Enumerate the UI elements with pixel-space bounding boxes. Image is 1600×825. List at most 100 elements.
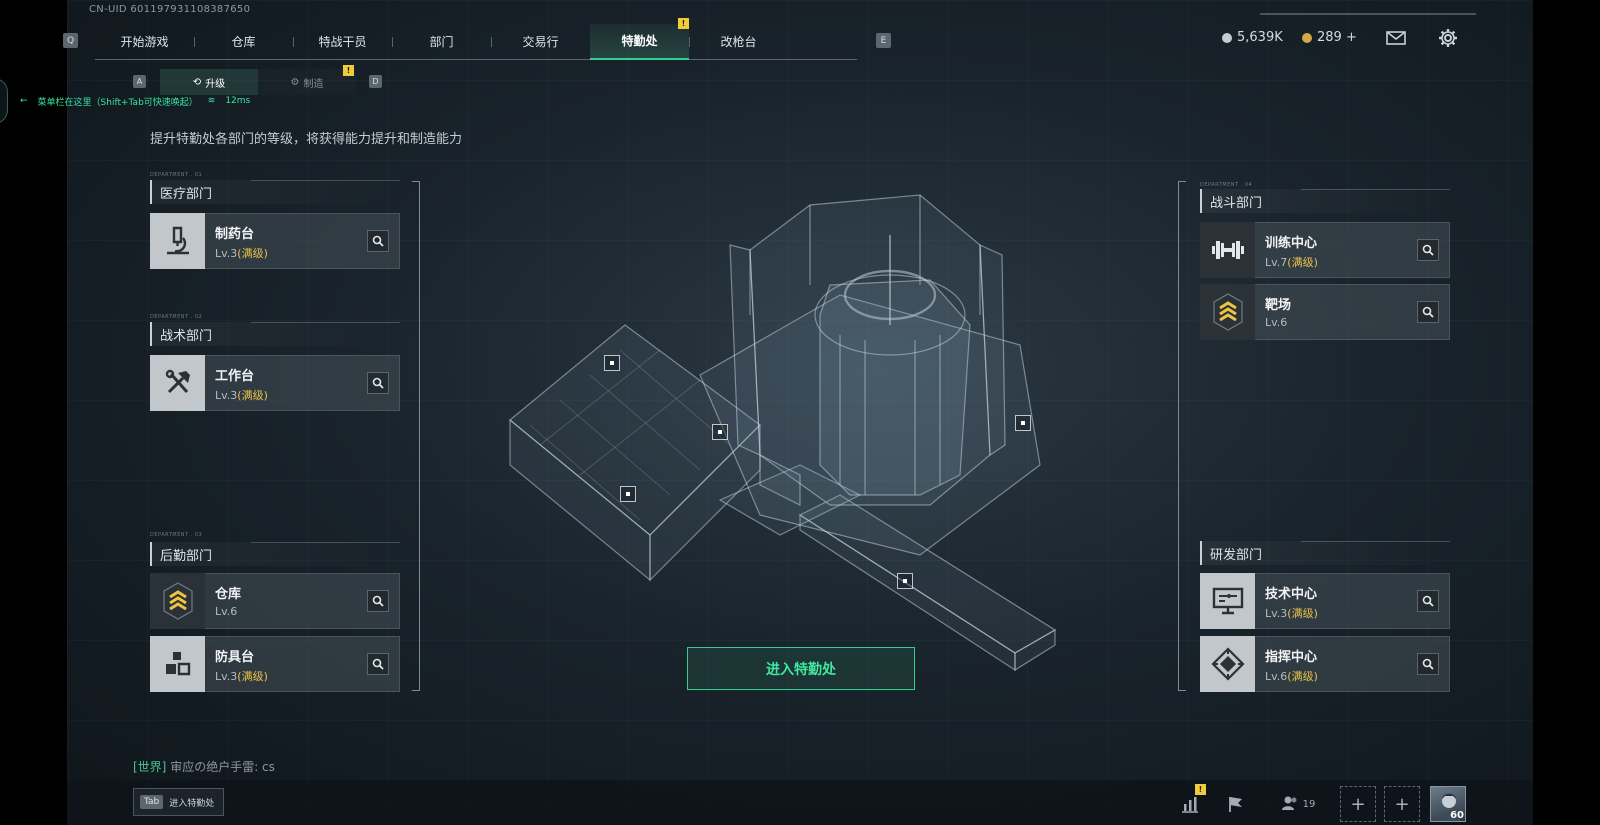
subnav-next-key[interactable]: D — [369, 75, 382, 88]
hud-decoration — [1260, 13, 1476, 15]
facility-card-tech-center[interactable]: 技术中心 Lv.3(满级) — [1200, 573, 1450, 629]
subtab-craft[interactable]: ⚙ 制造 ! — [258, 65, 356, 95]
facility-card-pharmacy[interactable]: 制药台 Lv.3(满级) — [150, 213, 400, 269]
tab-gunsmith[interactable]: 改枪台 — [689, 24, 788, 60]
tab-trading[interactable]: 交易行 — [491, 24, 590, 60]
facility-marker[interactable] — [1015, 415, 1031, 431]
rank-chevrons-icon — [150, 573, 205, 629]
gold-amount: 289 + — [1317, 30, 1357, 45]
dumbbell-icon — [1200, 222, 1255, 278]
alert-badge: ! — [343, 65, 354, 76]
search-icon[interactable] — [1417, 301, 1439, 323]
facility-card-warehouse[interactable]: 仓库 Lv.6 — [150, 573, 400, 629]
facility-level: Lv.3 — [215, 389, 238, 402]
alert-badge: ! — [678, 17, 689, 29]
search-icon[interactable] — [1417, 590, 1439, 612]
player-avatar[interactable]: 60 — [1430, 786, 1466, 822]
add-teammate-slot[interactable]: + — [1384, 786, 1420, 822]
facility-name: 仓库 — [215, 587, 242, 602]
facility-level: Lv.3 — [215, 670, 238, 683]
facility-marker[interactable] — [897, 573, 913, 589]
plus-icon: + — [1394, 793, 1410, 815]
facility-marker[interactable] — [620, 486, 636, 502]
search-icon[interactable] — [1417, 653, 1439, 675]
department-tag: DEPARTMENT . 03 — [150, 532, 203, 538]
subnav-prev-key[interactable]: A — [133, 75, 146, 88]
search-icon[interactable] — [367, 653, 389, 675]
nav-prev-key[interactable]: Q — [63, 33, 78, 48]
facility-max-level: (满级) — [237, 389, 268, 402]
hammer-wrench-icon — [150, 355, 205, 411]
facility-name: 技术中心 — [1265, 587, 1318, 602]
plus-icon: + — [1350, 793, 1366, 815]
department-title-logistics: 后勤部门 — [150, 542, 401, 566]
menu-handle[interactable] — [0, 78, 8, 124]
department-tag: DEPARTMENT . 02 — [150, 314, 203, 320]
tab-operators[interactable]: 特战干员 — [293, 24, 392, 60]
department-tag: DEPARTMENT . 01 — [150, 172, 203, 178]
tab-department[interactable]: 部门 — [392, 24, 491, 60]
friends-button[interactable]: 19 — [1276, 790, 1320, 818]
facility-max-level: (满级) — [237, 670, 268, 683]
gold-currency[interactable]: 289 + — [1302, 30, 1357, 45]
facility-max-level: (满级) — [237, 247, 268, 260]
tab-special-ops[interactable]: 特勤处 ! — [590, 17, 689, 60]
facility-marker[interactable] — [604, 355, 620, 371]
left-bracket-decoration — [412, 181, 420, 691]
stats-icon[interactable]: ! — [1176, 784, 1206, 818]
special-ops-building-model[interactable] — [500, 175, 1070, 705]
upgrade-icon: ⟲ — [192, 76, 202, 88]
facility-name: 指挥中心 — [1265, 650, 1318, 665]
facility-card-training-center[interactable]: 训练中心 Lv.7(满级) — [1200, 222, 1450, 278]
tab-shortcut-hint[interactable]: Tab 进入特勤处 — [133, 788, 224, 816]
facility-max-level: (满级) — [1287, 670, 1318, 683]
tab-start-game[interactable]: 开始游戏 — [95, 24, 194, 60]
player-level: 60 — [1450, 810, 1464, 821]
player-uid: CN-UID 601197931108387650 — [89, 4, 251, 15]
world-chat-line[interactable]: [世界] 审应の绝户手雷: cs — [133, 758, 275, 775]
menu-hint-overlay[interactable]: ← 菜单栏在这里（Shift+Tab可快速唤起） ≋ 12ms — [0, 78, 250, 124]
monitor-icon — [1200, 573, 1255, 629]
silver-coin-icon — [1222, 32, 1232, 43]
search-icon[interactable] — [367, 230, 389, 252]
wifi-icon: ≋ — [207, 96, 216, 106]
add-teammate-slot[interactable]: + — [1340, 786, 1376, 822]
facility-card-command-center[interactable]: 指挥中心 Lv.6(满级) — [1200, 636, 1450, 692]
department-tag: DEPARTMENT . 04 — [1200, 182, 1253, 188]
department-title-tactical: 战术部门 — [150, 322, 401, 346]
arrow-left-icon: ← — [20, 96, 28, 106]
flag-icon[interactable] — [1222, 790, 1250, 818]
facility-card-workbench[interactable]: 工作台 Lv.3(满级) — [150, 355, 400, 411]
nav-next-key[interactable]: E — [876, 33, 891, 48]
gear-icon[interactable] — [1437, 28, 1459, 48]
friends-icon — [1281, 795, 1299, 814]
facility-max-level: (满级) — [1287, 256, 1318, 269]
search-icon[interactable] — [367, 590, 389, 612]
enter-special-ops-button[interactable]: 进入特勤处 — [687, 647, 915, 690]
top-navigation: Q 开始游戏 仓库 特战干员 部门 交易行 特勤处 ! 改枪台 E — [63, 17, 891, 60]
facility-marker[interactable] — [712, 424, 728, 440]
friends-count: 19 — [1302, 798, 1316, 810]
facility-name: 制药台 — [215, 227, 255, 242]
silver-currency[interactable]: 5,639K — [1222, 30, 1283, 45]
facility-level: Lv.6 — [1265, 316, 1288, 329]
search-icon[interactable] — [1417, 239, 1439, 261]
facility-name: 训练中心 — [1265, 236, 1318, 251]
microscope-icon — [150, 213, 205, 269]
facility-level: Lv.3 — [215, 247, 238, 260]
mail-icon[interactable] — [1385, 28, 1407, 48]
search-icon[interactable] — [367, 372, 389, 394]
facility-card-shooting-range[interactable]: 靶场 Lv.6 — [1200, 284, 1450, 340]
craft-icon: ⚙ — [290, 76, 300, 88]
facility-name: 靶场 — [1265, 298, 1292, 313]
chat-channel: [世界] — [133, 760, 167, 774]
tab-hint-label: 进入特勤处 — [169, 798, 215, 809]
facility-card-armor-bench[interactable]: 防具台 Lv.3(满级) — [150, 636, 400, 692]
department-title-research: 研发部门 — [1200, 541, 1451, 565]
alert-badge: ! — [1195, 784, 1206, 795]
silver-amount: 5,639K — [1237, 30, 1283, 45]
tab-warehouse[interactable]: 仓库 — [194, 24, 293, 60]
subtab-upgrade-label: 升级 — [205, 78, 226, 90]
emblem-icon — [1200, 636, 1255, 692]
gold-coin-icon — [1302, 32, 1312, 43]
